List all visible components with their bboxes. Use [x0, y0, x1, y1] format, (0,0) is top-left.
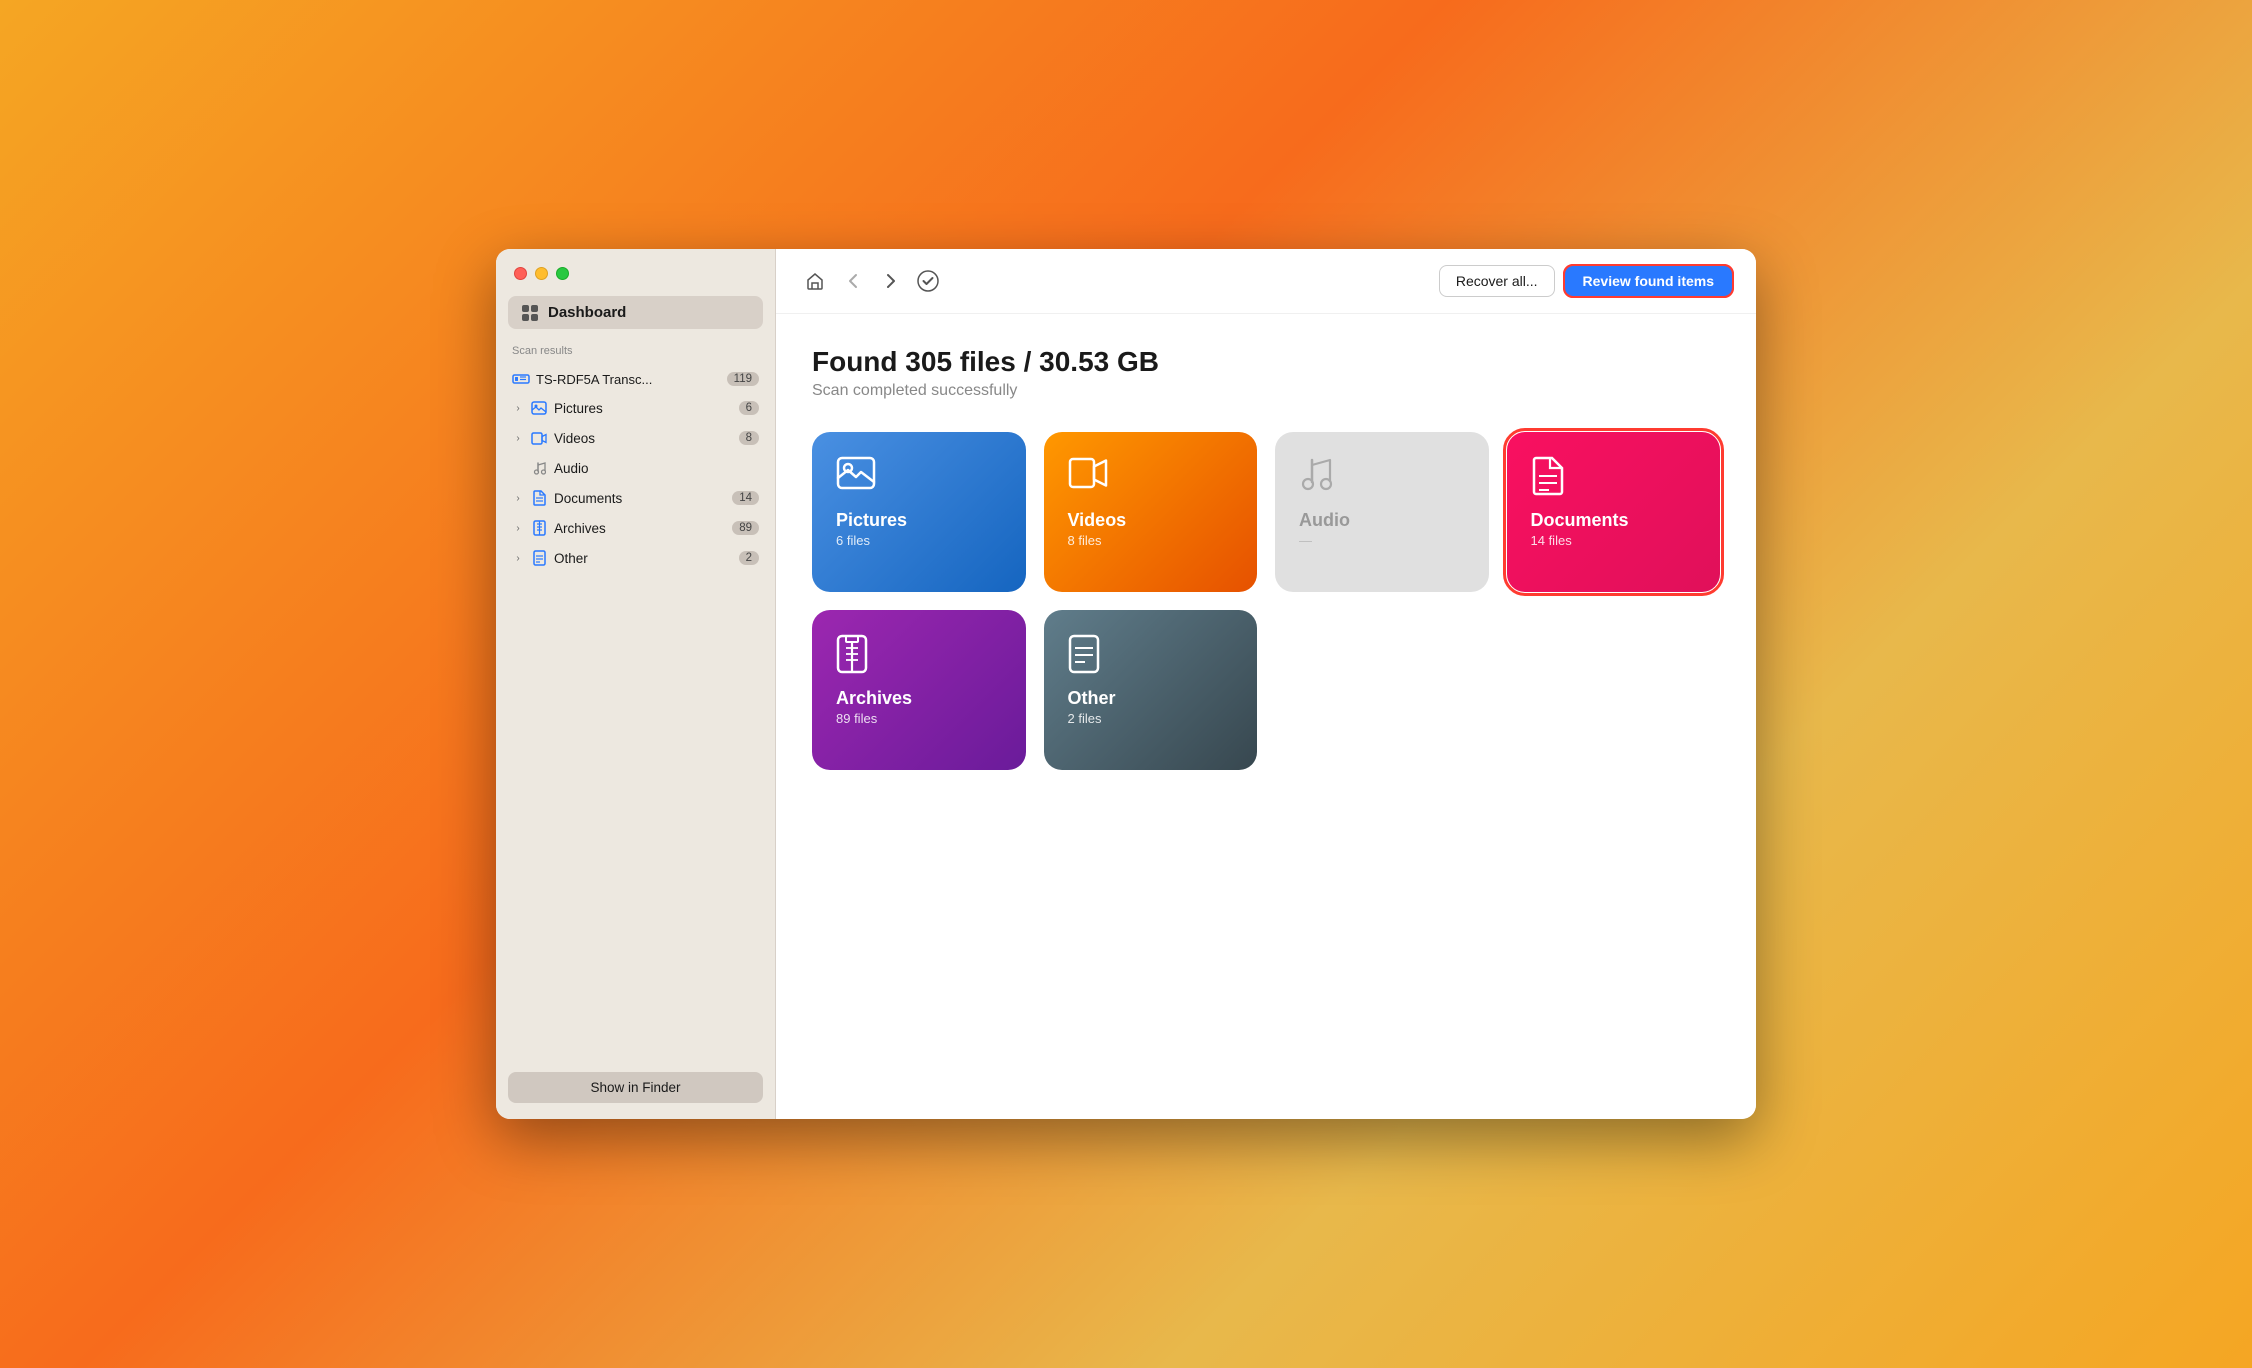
archives-card-icon: [836, 634, 876, 674]
show-in-finder-button[interactable]: Show in Finder: [508, 1072, 763, 1103]
forward-button[interactable]: [876, 267, 906, 295]
card-subtitle-archives: 89 files: [836, 711, 1006, 726]
sidebar-label-archives: Archives: [554, 521, 606, 536]
device-count: 119: [727, 372, 759, 386]
sidebar-count-videos: 8: [739, 431, 759, 445]
dashboard-label: Dashboard: [548, 304, 626, 321]
home-button[interactable]: [800, 267, 830, 295]
sidebar-label-videos: Videos: [554, 431, 595, 446]
sidebar-item-other[interactable]: › Other 2: [496, 543, 775, 573]
sidebar-count-pictures: 6: [739, 401, 759, 415]
traffic-lights: [496, 249, 775, 292]
card-subtitle-videos: 8 files: [1068, 533, 1238, 548]
documents-icon: [530, 489, 548, 507]
sidebar-count-documents: 14: [732, 491, 759, 505]
close-button[interactable]: [514, 267, 527, 280]
chevron-icon: ›: [512, 432, 524, 444]
card-title-videos: Videos: [1068, 510, 1238, 531]
sidebar: Dashboard Scan results TS-RDF5A Transc..…: [496, 249, 776, 1119]
sidebar-footer: Show in Finder: [496, 1056, 775, 1119]
other-card-icon: [1068, 634, 1108, 674]
videos-icon: [530, 429, 548, 447]
documents-card-icon: [1531, 456, 1571, 496]
sidebar-label-other: Other: [554, 551, 588, 566]
chevron-icon: ›: [512, 492, 524, 504]
back-button[interactable]: [838, 267, 868, 295]
content-area: Found 305 files / 30.53 GB Scan complete…: [776, 314, 1756, 1119]
sidebar-count-other: 2: [739, 551, 759, 565]
main-content: Recover all... Review found items Found …: [776, 249, 1756, 1119]
card-videos[interactable]: Videos 8 files: [1044, 432, 1258, 592]
dashboard-button[interactable]: Dashboard: [508, 296, 763, 329]
recover-all-button[interactable]: Recover all...: [1439, 265, 1555, 297]
card-subtitle-documents: 14 files: [1531, 533, 1701, 548]
sidebar-item-device[interactable]: TS-RDF5A Transc... 119: [496, 365, 775, 393]
sidebar-label-documents: Documents: [554, 491, 622, 506]
card-pictures[interactable]: Pictures 6 files: [812, 432, 1026, 592]
sidebar-item-audio[interactable]: › Audio: [496, 453, 775, 483]
other-icon: [530, 549, 548, 567]
toolbar: Recover all... Review found items: [776, 249, 1756, 314]
found-title: Found 305 files / 30.53 GB: [812, 346, 1720, 378]
cards-grid: Pictures 6 files Videos 8 files: [812, 432, 1720, 770]
app-window: Dashboard Scan results TS-RDF5A Transc..…: [496, 249, 1756, 1119]
sidebar-label-audio: Audio: [554, 461, 589, 476]
card-subtitle-audio: —: [1299, 533, 1469, 548]
card-audio[interactable]: Audio —: [1275, 432, 1489, 592]
sidebar-item-archives[interactable]: › Archives 89: [496, 513, 775, 543]
archives-icon: [530, 519, 548, 537]
sidebar-item-documents[interactable]: › Documents 14: [496, 483, 775, 513]
videos-card-icon: [1068, 456, 1108, 496]
found-subtitle: Scan completed successfully: [812, 382, 1720, 400]
card-documents[interactable]: Documents 14 files: [1507, 432, 1721, 592]
card-other[interactable]: Other 2 files: [1044, 610, 1258, 770]
chevron-icon: ›: [512, 402, 524, 414]
card-title-pictures: Pictures: [836, 510, 1006, 531]
audio-icon: [530, 459, 548, 477]
pictures-card-icon: [836, 456, 876, 496]
sidebar-item-videos[interactable]: › Videos 8: [496, 423, 775, 453]
device-name: TS-RDF5A Transc...: [536, 372, 721, 387]
card-title-archives: Archives: [836, 688, 1006, 709]
sidebar-label-pictures: Pictures: [554, 401, 603, 416]
card-title-other: Other: [1068, 688, 1238, 709]
toolbar-right: Recover all... Review found items: [1439, 265, 1732, 297]
card-title-documents: Documents: [1531, 510, 1701, 531]
audio-card-icon: [1299, 456, 1339, 496]
card-subtitle-pictures: 6 files: [836, 533, 1006, 548]
review-found-button[interactable]: Review found items: [1565, 266, 1732, 296]
dashboard-grid-icon: [522, 305, 538, 321]
sidebar-count-archives: 89: [732, 521, 759, 535]
pictures-icon: [530, 399, 548, 417]
chevron-icon: ›: [512, 522, 524, 534]
card-title-audio: Audio: [1299, 510, 1469, 531]
scan-results-label: Scan results: [496, 345, 775, 365]
maximize-button[interactable]: [556, 267, 569, 280]
minimize-button[interactable]: [535, 267, 548, 280]
sidebar-item-pictures[interactable]: › Pictures 6: [496, 393, 775, 423]
device-icon: [512, 370, 530, 388]
chevron-icon: ›: [512, 552, 524, 564]
card-subtitle-other: 2 files: [1068, 711, 1238, 726]
checkmark-button[interactable]: [914, 267, 942, 295]
card-archives[interactable]: Archives 89 files: [812, 610, 1026, 770]
